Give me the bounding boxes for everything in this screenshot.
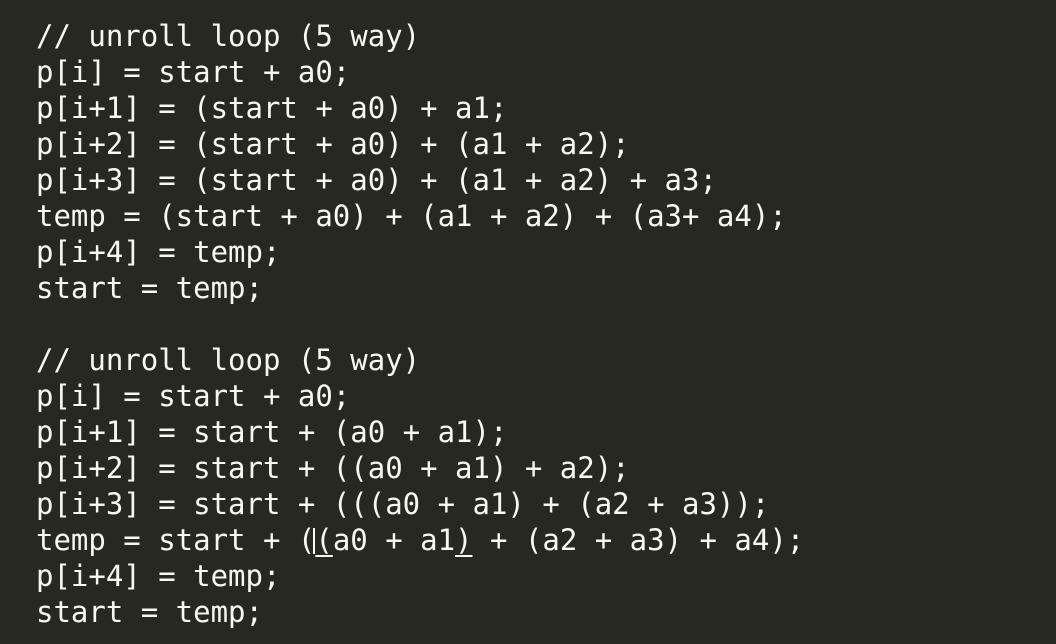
code-line[interactable]: p[i+1] = (start + a0) + a1; [36,90,1056,126]
code-editor[interactable]: // unroll loop (5 way) p[i] = start + a0… [0,0,1056,644]
code-line-cursor[interactable]: temp = start + ((a0 + a1) + (a2 + a3) + … [36,522,1056,558]
code-line[interactable]: p[i] = start + a0; [36,378,1056,414]
cursor-position: ( [313,522,333,558]
code-line[interactable]: p[i] = start + a0; [36,54,1056,90]
code-line[interactable]: p[i+3] = start + (((a0 + a1) + (a2 + a3)… [36,486,1056,522]
text-cursor [313,528,316,554]
code-line-comment[interactable]: // unroll loop (5 way) [36,342,1056,378]
code-segment: a0 + a1 [332,523,456,557]
code-segment: + (a2 + a3) + a4); [472,523,805,557]
code-segment: temp = start + ( [36,523,316,557]
code-line[interactable]: p[i+1] = start + (a0 + a1); [36,414,1056,450]
code-line[interactable]: p[i+4] = temp; [36,558,1056,594]
matched-bracket-close: ) [455,523,473,557]
blank-line[interactable] [36,306,1056,342]
code-line[interactable]: p[i+3] = (start + a0) + (a1 + a2) + a3; [36,162,1056,198]
code-line-comment[interactable]: // unroll loop (5 way) [36,18,1056,54]
code-line[interactable]: start = temp; [36,594,1056,630]
code-line[interactable]: p[i+4] = temp; [36,234,1056,270]
code-line[interactable]: temp = (start + a0) + (a1 + a2) + (a3+ a… [36,198,1056,234]
code-line[interactable]: p[i+2] = (start + a0) + (a1 + a2); [36,126,1056,162]
matched-bracket-open: ( [315,523,333,557]
code-line[interactable]: p[i+2] = start + ((a0 + a1) + a2); [36,450,1056,486]
code-line[interactable]: start = temp; [36,270,1056,306]
